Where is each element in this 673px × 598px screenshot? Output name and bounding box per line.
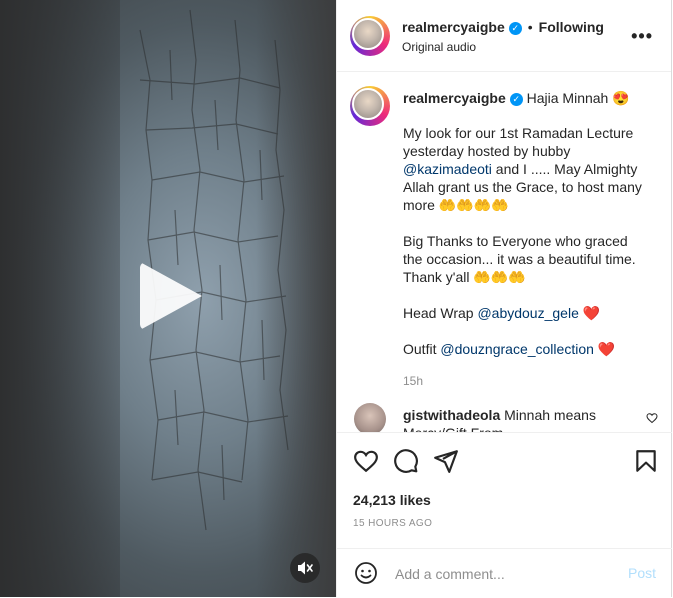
caption-username[interactable]: realmercyaigbe xyxy=(403,90,506,106)
mute-button[interactable] xyxy=(290,553,320,583)
post-button[interactable]: Post xyxy=(628,565,656,581)
verified-icon: ✓ xyxy=(508,21,522,35)
mute-icon xyxy=(298,561,313,575)
caption-header: realmercyaigbe ✓ Hajia Minnah 😍 xyxy=(403,90,630,107)
heart-emoji: ❤️ xyxy=(597,341,616,357)
mention-link[interactable]: @douzngrace_collection xyxy=(440,341,594,357)
post-header: realmercyaigbe ✓ • Following Original audio… xyxy=(337,0,671,72)
caption-paragraph-4: Outfit @douzngrace_collection ❤️ xyxy=(403,340,648,358)
comments-section[interactable]: realmercyaigbe ✓ Hajia Minnah 😍 My look f… xyxy=(337,72,672,432)
comment-icon[interactable] xyxy=(393,448,419,474)
comment-username[interactable]: gistwithadeola xyxy=(403,407,500,423)
following-button[interactable]: Following xyxy=(539,19,604,35)
caption-text: Head Wrap xyxy=(403,305,478,321)
more-icon[interactable]: ••• xyxy=(631,26,653,47)
instagram-post-modal: realmercyaigbe ✓ • Following Original audio… xyxy=(0,0,673,597)
avatar[interactable] xyxy=(350,16,390,56)
play-icon[interactable] xyxy=(140,262,202,330)
header-line: realmercyaigbe ✓ • Following xyxy=(402,19,604,35)
heart-icon[interactable] xyxy=(353,448,379,474)
likes-count[interactable]: 24,213 likes xyxy=(353,492,431,508)
audio-label[interactable]: Original audio xyxy=(402,40,476,54)
header-username[interactable]: realmercyaigbe xyxy=(402,19,505,35)
post-side-panel: realmercyaigbe ✓ • Following Original audio… xyxy=(336,0,672,597)
share-icon[interactable] xyxy=(433,448,459,474)
comment-avatar[interactable] xyxy=(354,403,386,432)
emoji-icon[interactable] xyxy=(354,561,378,585)
comment-item: gistwithadeola Minnah means Mercy/Gift F… xyxy=(403,406,628,432)
caption-avatar[interactable] xyxy=(350,86,390,126)
caption-paragraph-1: My look for our 1st Ramadan Lecture yest… xyxy=(403,124,648,214)
action-bar: 24,213 likes 15 HOURS AGO xyxy=(337,432,672,543)
mention-link[interactable]: @abydouz_gele xyxy=(477,305,578,321)
caption-timestamp[interactable]: 15h xyxy=(403,372,648,390)
heart-emoji: ❤️ xyxy=(582,305,601,321)
separator: • xyxy=(527,19,533,35)
post-date[interactable]: 15 HOURS AGO xyxy=(353,518,432,529)
video-player[interactable] xyxy=(0,0,336,597)
caption-headline: Hajia Minnah 😍 xyxy=(526,90,630,106)
mention-link[interactable]: @kazimadeoti xyxy=(403,161,492,177)
caption-paragraph-3: Head Wrap @abydouz_gele ❤️ xyxy=(403,304,648,322)
comment-like-icon[interactable] xyxy=(646,412,658,424)
verified-icon: ✓ xyxy=(509,92,523,106)
caption-paragraph-2: Big Thanks to Everyone who graced the oc… xyxy=(403,233,636,285)
bookmark-icon[interactable] xyxy=(633,448,659,474)
comment-composer: Post xyxy=(337,548,672,598)
caption-text: Outfit xyxy=(403,341,441,357)
caption-body: My look for our 1st Ramadan Lecture yest… xyxy=(403,124,648,390)
comment-input[interactable] xyxy=(393,562,617,586)
caption-text: My look for our 1st Ramadan Lecture yest… xyxy=(403,125,634,159)
